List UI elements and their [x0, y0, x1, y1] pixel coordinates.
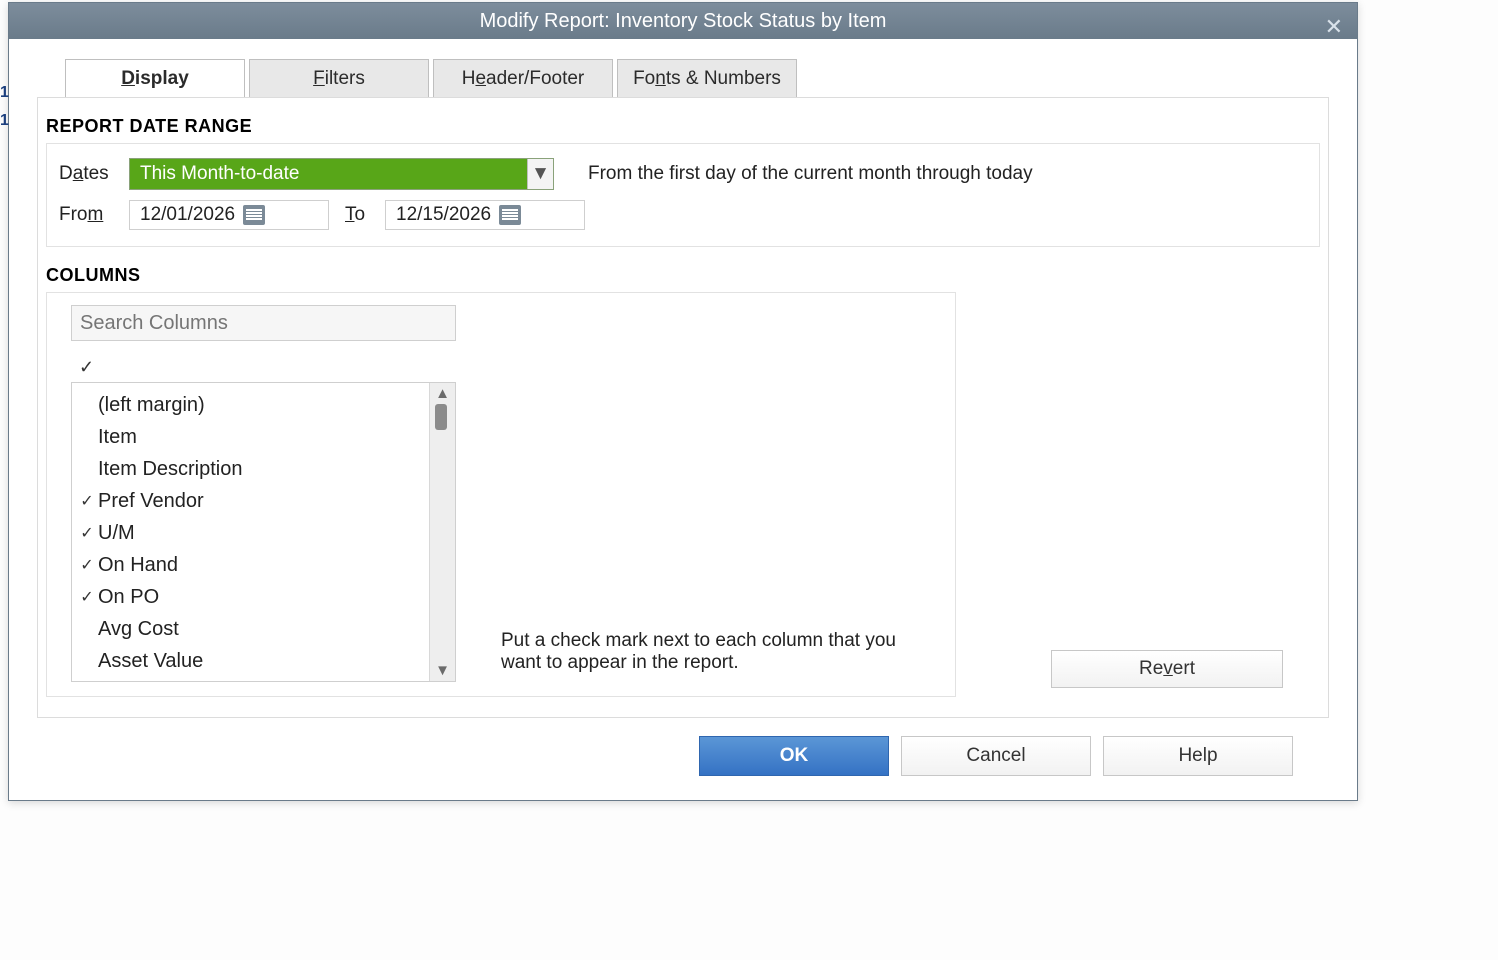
tab-filters-mnemonic: F	[313, 68, 325, 89]
calendar-icon[interactable]	[499, 205, 521, 225]
dialog-body: Display Filters Header/Footer Fonts & Nu…	[9, 39, 1357, 800]
help-button[interactable]: Help	[1103, 736, 1293, 776]
section-header-daterange: REPORT DATE RANGE	[46, 116, 1328, 137]
columns-help-text: Put a check mark next to each column tha…	[501, 630, 941, 674]
background-stub-1: 1	[0, 84, 9, 102]
titlebar: Modify Report: Inventory Stock Status by…	[9, 3, 1357, 39]
tab-filters[interactable]: Filters	[249, 59, 429, 97]
check-icon: ✓	[76, 555, 98, 575]
columns-list-item[interactable]: ✓U/M	[72, 517, 429, 549]
revert-button[interactable]: Revert	[1051, 650, 1283, 688]
dates-label: Dates	[59, 163, 119, 185]
tab-header-footer[interactable]: Header/Footer	[433, 59, 613, 97]
tab-fonts-mnemonic: n	[655, 68, 666, 89]
to-date-input[interactable]: 12/15/2026	[385, 200, 585, 230]
chevron-down-icon[interactable]: ▼	[527, 159, 553, 189]
tab-display[interactable]: Display	[65, 59, 245, 97]
columns-list-item[interactable]: Item Description	[72, 453, 429, 485]
columns-listbox: (left margin) Item Item Description ✓Pre…	[71, 382, 456, 682]
from-label: From	[59, 204, 119, 226]
close-icon[interactable]: ✕	[1325, 9, 1343, 45]
search-columns-input[interactable]	[71, 305, 456, 341]
columns-list-item[interactable]: ✓On PO	[72, 581, 429, 613]
tab-display-mnemonic: D	[121, 68, 135, 89]
dialog-button-bar: OK Cancel Help	[37, 718, 1329, 800]
section-header-columns: COLUMNS	[46, 265, 1328, 286]
columns-left-pane: ✓ (left margin) Item Item Description ✓P…	[71, 305, 471, 682]
columns-list-item[interactable]: Avg Cost	[72, 613, 429, 645]
cancel-button[interactable]: Cancel	[901, 736, 1091, 776]
scroll-down-icon[interactable]: ▼	[435, 662, 450, 679]
modify-report-dialog: Modify Report: Inventory Stock Status by…	[8, 2, 1358, 801]
columns-scrollbar[interactable]: ▲ ▼	[429, 383, 455, 681]
tab-header-mnemonic: e	[475, 68, 486, 89]
from-date-input[interactable]: 12/01/2026	[129, 200, 329, 230]
window-title: Modify Report: Inventory Stock Status by…	[480, 10, 887, 32]
columns-list-items: (left margin) Item Item Description ✓Pre…	[72, 383, 429, 681]
columns-list-item[interactable]: ✓On Hand	[72, 549, 429, 581]
calendar-icon[interactable]	[243, 205, 265, 225]
from-date-value: 12/01/2026	[140, 204, 235, 226]
to-label: To	[345, 204, 375, 226]
check-icon: ✓	[76, 523, 98, 543]
daterange-group: Dates This Month-to-date ▼ From the firs…	[46, 143, 1320, 247]
to-date-value: 12/15/2026	[396, 204, 491, 226]
scroll-thumb[interactable]	[435, 404, 447, 430]
tab-strip: Display Filters Header/Footer Fonts & Nu…	[37, 45, 1329, 97]
ok-button[interactable]: OK	[699, 736, 889, 776]
columns-list-item[interactable]: ✓Pref Vendor	[72, 485, 429, 517]
display-panel: REPORT DATE RANGE Dates This Month-to-da…	[37, 97, 1329, 718]
columns-list-item[interactable]: Item	[72, 421, 429, 453]
check-icon: ✓	[76, 491, 98, 511]
tab-fonts-numbers[interactable]: Fonts & Numbers	[617, 59, 797, 97]
columns-group: ✓ (left margin) Item Item Description ✓P…	[46, 292, 956, 697]
dates-range-description: From the first day of the current month …	[588, 163, 1033, 185]
background-stub-2: 1	[0, 112, 9, 130]
columns-check-header: ✓	[79, 357, 471, 378]
columns-list-item[interactable]: (left margin)	[72, 389, 429, 421]
scroll-up-icon[interactable]: ▲	[435, 385, 450, 402]
columns-list-item[interactable]: Asset Value	[72, 645, 429, 677]
check-icon: ✓	[76, 587, 98, 607]
dates-dropdown[interactable]: This Month-to-date ▼	[129, 158, 554, 190]
dates-dropdown-value: This Month-to-date	[140, 163, 299, 185]
